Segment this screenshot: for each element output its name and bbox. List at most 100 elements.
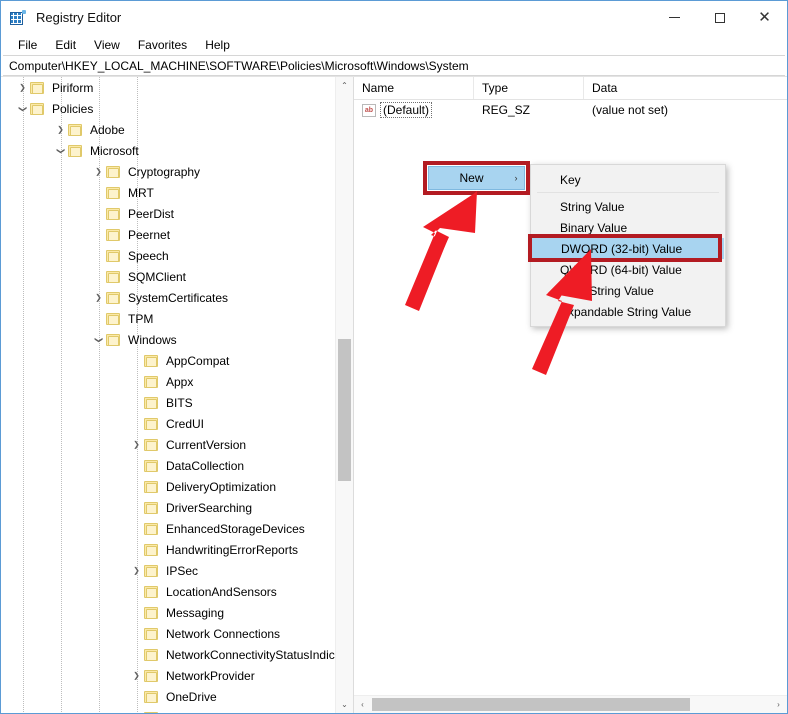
tree-item-ipsec[interactable]: IPSec <box>1 560 336 581</box>
chevron-right-icon[interactable] <box>129 440 144 449</box>
window-title: Registry Editor <box>36 10 122 25</box>
menu-view[interactable]: View <box>85 36 129 54</box>
chevron-right-icon[interactable] <box>53 125 68 134</box>
values-list[interactable]: ab (Default) REG_SZ (value not set) <box>354 100 787 120</box>
tree-item-network-connections[interactable]: Network Connections <box>1 623 336 644</box>
maximize-button[interactable] <box>697 1 742 34</box>
tree-item-microsoft[interactable]: Microsoft <box>1 140 336 161</box>
tree-item-label: DeliveryOptimization <box>166 479 277 494</box>
tree-item-networkprovider[interactable]: NetworkProvider <box>1 665 336 686</box>
submenu-item-expandable-string-value[interactable]: Expandable String Value <box>531 301 725 322</box>
column-header-type[interactable]: Type <box>474 77 584 99</box>
scroll-left-icon[interactable]: ‹ <box>354 696 371 713</box>
folder-icon <box>144 522 158 535</box>
close-button[interactable]: ✕ <box>742 1 787 34</box>
table-row[interactable]: ab (Default) REG_SZ (value not set) <box>354 100 787 120</box>
tree-item-label: Network Connections <box>166 626 281 641</box>
tree-item-speech[interactable]: Speech <box>1 245 336 266</box>
tree-item-enhancedstoragedevices[interactable]: EnhancedStorageDevices <box>1 518 336 539</box>
tree-item-adobe[interactable]: Adobe <box>1 119 336 140</box>
chevron-down-icon[interactable] <box>91 335 106 344</box>
submenu-item-key[interactable]: Key <box>531 169 725 193</box>
maximize-icon <box>714 12 725 23</box>
tree-item-appx[interactable]: Appx <box>1 371 336 392</box>
tree-item-locationandsensors[interactable]: LocationAndSensors <box>1 581 336 602</box>
address-bar[interactable]: Computer\HKEY_LOCAL_MACHINE\SOFTWARE\Pol… <box>3 55 785 76</box>
close-icon: ✕ <box>758 9 771 26</box>
list-horizontal-scrollbar[interactable]: ‹ › <box>354 695 787 713</box>
registry-tree[interactable]: Piriform Policies Adobe Microsoft Cryptograp… <box>1 77 336 713</box>
chevron-right-icon[interactable] <box>15 83 30 92</box>
menu-file[interactable]: File <box>9 36 46 54</box>
tree-item-cryptography[interactable]: Cryptography <box>1 161 336 182</box>
submenu-chevron-right-icon: › <box>514 173 518 183</box>
chevron-right-icon[interactable] <box>129 671 144 680</box>
tree-item-label: TPM <box>128 311 154 326</box>
tree-item-onedrive[interactable]: OneDrive <box>1 686 336 707</box>
menu-help[interactable]: Help <box>196 36 239 54</box>
list-scroll-thumb[interactable] <box>372 698 690 711</box>
tree-item-tpm[interactable]: TPM <box>1 308 336 329</box>
tree-item-label: NetworkConnectivityStatusIndicator <box>166 647 336 662</box>
context-menu-item-new[interactable]: New › <box>428 166 525 190</box>
chevron-down-icon[interactable] <box>53 146 68 155</box>
tree-item-label: Appx <box>166 374 194 389</box>
tree-item-personalization[interactable]: Personalization <box>1 707 336 713</box>
folder-icon <box>68 144 82 157</box>
tree-item-peernet[interactable]: Peernet <box>1 224 336 245</box>
folder-icon <box>144 438 158 451</box>
minimize-button[interactable] <box>652 1 697 34</box>
tree-item-handwritingerrorreports[interactable]: HandwritingErrorReports <box>1 539 336 560</box>
folder-icon <box>30 81 44 94</box>
tree-item-deliveryoptimization[interactable]: DeliveryOptimization <box>1 476 336 497</box>
new-submenu[interactable]: Key String Value Binary Value DWORD (32-bit… <box>530 164 726 327</box>
scroll-down-icon[interactable]: ⌄ <box>336 696 353 713</box>
registry-editor-window: Registry Editor ✕ File Edit View Favorit… <box>0 0 788 714</box>
tree-item-datacollection[interactable]: DataCollection <box>1 455 336 476</box>
tree-item-label: OneDrive <box>166 689 217 704</box>
tree-item-sqmclient[interactable]: SQMClient <box>1 266 336 287</box>
tree-item-driversearching[interactable]: DriverSearching <box>1 497 336 518</box>
string-value-icon: ab <box>362 103 376 117</box>
tree-item-label: CurrentVersion <box>166 437 247 452</box>
tree-item-peerdist[interactable]: PeerDist <box>1 203 336 224</box>
submenu-item-multi-string-value[interactable]: Multi-String Value <box>531 280 725 301</box>
scroll-up-icon[interactable]: ⌃ <box>336 77 353 94</box>
menu-favorites[interactable]: Favorites <box>129 36 196 54</box>
tree-item-piriform[interactable]: Piriform <box>1 77 336 98</box>
chevron-down-icon[interactable] <box>15 104 30 113</box>
tree-item-credui[interactable]: CredUI <box>1 413 336 434</box>
tree-item-messaging[interactable]: Messaging <box>1 602 336 623</box>
chevron-right-icon[interactable] <box>129 566 144 575</box>
submenu-item-qword-64-bit-value[interactable]: QWORD (64-bit) Value <box>531 259 725 280</box>
chevron-right-icon[interactable] <box>91 293 106 302</box>
tree-item-label: Microsoft <box>90 143 139 158</box>
tree-scroll-thumb[interactable] <box>338 339 351 481</box>
tree-item-label: Policies <box>52 101 94 116</box>
tree-item-networkconnectivitystatusindicator[interactable]: NetworkConnectivityStatusIndicator <box>1 644 336 665</box>
tree-item-windows[interactable]: Windows <box>1 329 336 350</box>
tree-item-label: DataCollection <box>166 458 245 473</box>
tree-item-mrt[interactable]: MRT <box>1 182 336 203</box>
folder-icon <box>106 165 120 178</box>
tree-item-appcompat[interactable]: AppCompat <box>1 350 336 371</box>
column-header-data[interactable]: Data <box>584 77 787 99</box>
chevron-right-icon[interactable] <box>91 167 106 176</box>
submenu-item-binary-value[interactable]: Binary Value <box>531 217 725 238</box>
minimize-icon <box>669 17 680 18</box>
tree-item-label: Cryptography <box>128 164 201 179</box>
menu-edit[interactable]: Edit <box>46 36 85 54</box>
tree-item-bits[interactable]: BITS <box>1 392 336 413</box>
folder-icon <box>144 501 158 514</box>
scroll-right-icon[interactable]: › <box>770 696 787 713</box>
tree-item-systemcertificates[interactable]: SystemCertificates <box>1 287 336 308</box>
folder-icon <box>106 207 120 220</box>
submenu-item-string-value[interactable]: String Value <box>531 196 725 217</box>
tree-vertical-scrollbar[interactable]: ⌃ ⌄ <box>335 77 353 713</box>
submenu-item-dword-32-bit-value[interactable]: DWORD (32-bit) Value <box>532 238 724 259</box>
value-name-label: (Default) <box>380 102 433 118</box>
tree-item-label: Messaging <box>166 605 225 620</box>
column-header-name[interactable]: Name <box>354 77 474 99</box>
tree-item-policies[interactable]: Policies <box>1 98 336 119</box>
tree-item-currentversion[interactable]: CurrentVersion <box>1 434 336 455</box>
